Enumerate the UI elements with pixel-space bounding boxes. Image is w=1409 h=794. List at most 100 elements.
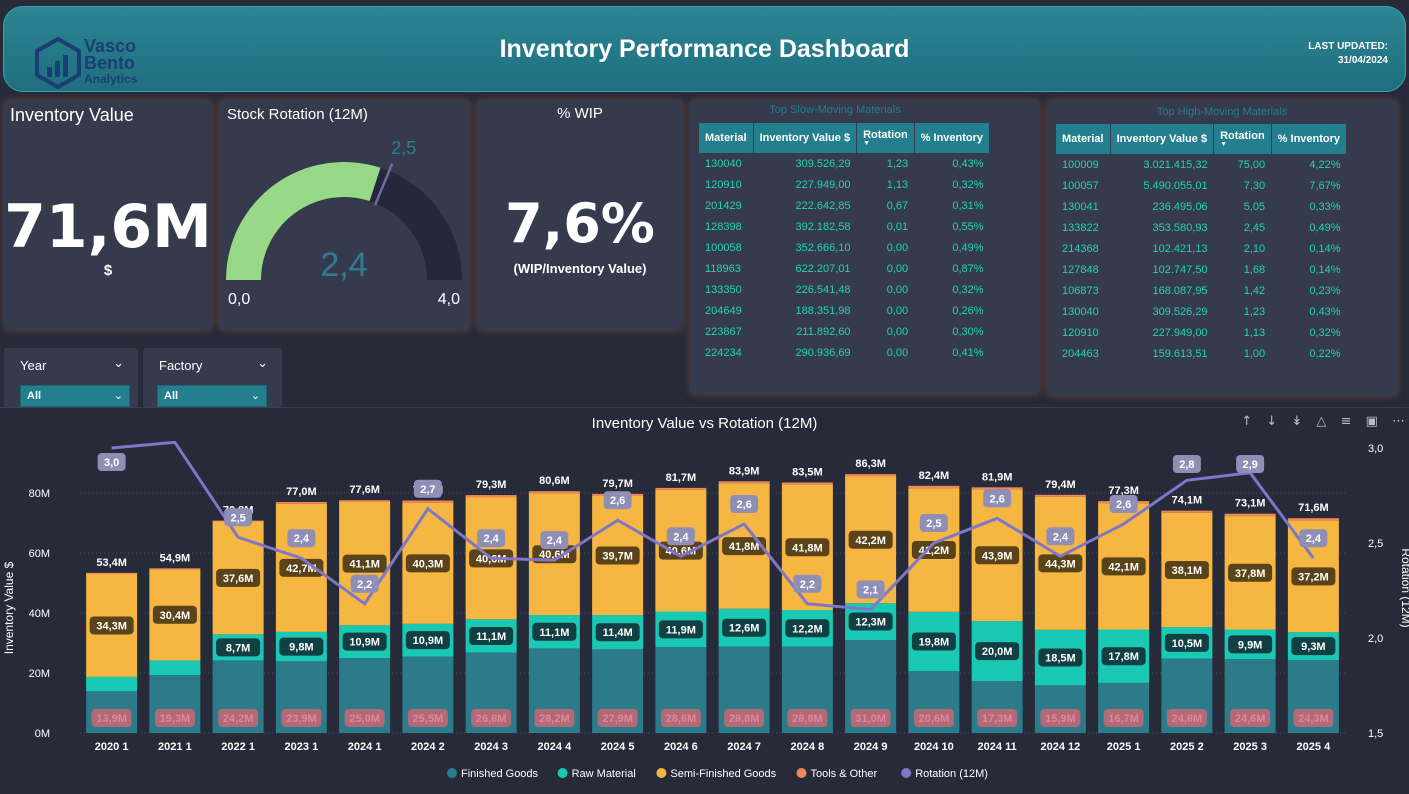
- table-cell: 0,32%: [952, 178, 984, 191]
- bar-segment: [86, 676, 138, 692]
- table-row[interactable]: 106873 168.087,95 1,42 0,23%: [1056, 280, 1347, 301]
- total-label: 77,0M: [286, 486, 317, 498]
- factory-slicer[interactable]: Factory ⌄ All ⌄: [143, 348, 282, 408]
- y2-tick-label: 3,0: [1368, 443, 1383, 455]
- data-label-rotation: 2,4: [1306, 533, 1322, 545]
- table-cell: 204463: [1062, 347, 1099, 360]
- data-label-raw-material: 8,7M: [226, 642, 250, 654]
- total-label: 79,4M: [1045, 479, 1076, 491]
- table-row[interactable]: 133822 353.580,93 2,45 0,49%: [1056, 217, 1347, 238]
- table-cell: 0,32%: [952, 283, 984, 296]
- data-label-rotation: 2,5: [230, 512, 245, 524]
- table-row[interactable]: 120910 227.949,00 1,13 0,32%: [699, 174, 990, 195]
- data-label-finished-goods: 23,9M: [286, 713, 317, 725]
- table-row[interactable]: 201429 222.642,85 0,67 0,31%: [699, 195, 990, 216]
- header-banner: Vasco Bento Analytics Inventory Performa…: [3, 6, 1406, 92]
- data-label-rotation: 2,1: [863, 585, 878, 597]
- year-dropdown[interactable]: All ⌄: [20, 385, 130, 407]
- data-label-rotation: 2,5: [926, 518, 941, 530]
- table-cell: 0,43%: [952, 157, 984, 170]
- high-moving-table: Material Inventory Value $ Rotation ▼% Inve…: [1056, 124, 1348, 364]
- table-row[interactable]: 100058 352.666,10 0,00 0,49%: [699, 237, 990, 258]
- year-slicer[interactable]: Year ⌄ All ⌄: [4, 348, 138, 408]
- table-row[interactable]: 130041 236.495,06 5,05 0,33%: [1056, 196, 1347, 217]
- column-header[interactable]: % Inventory: [914, 123, 991, 153]
- chevron-down-icon[interactable]: ⌄: [113, 356, 124, 371]
- total-label: 82,4M: [919, 470, 950, 482]
- data-label-semi-finished: 44,3M: [1045, 558, 1076, 570]
- data-label-raw-material: 12,2M: [792, 623, 823, 635]
- data-label-raw-material: 11,9M: [666, 624, 696, 636]
- column-header[interactable]: Inventory Value $: [1110, 124, 1215, 154]
- table-row[interactable]: 128398 392.182,58 0,01 0,55%: [699, 216, 990, 237]
- table-row[interactable]: 127848 102.747,50 1,68 0,14%: [1056, 259, 1347, 280]
- table-cell: 100057: [1062, 179, 1099, 192]
- column-header[interactable]: Rotation ▼: [856, 123, 915, 153]
- logo-line3: Analytics: [84, 72, 138, 86]
- table-row[interactable]: 223867 211.892,60 0,00 0,30%: [699, 321, 990, 342]
- data-label-semi-finished: 37,6M: [223, 573, 254, 585]
- column-header[interactable]: % Inventory: [1271, 124, 1348, 154]
- data-label-raw-material: 10,5M: [1172, 638, 1203, 650]
- table-cell: 130040: [705, 157, 742, 170]
- y-tick-label: 40M: [29, 608, 50, 620]
- data-label-semi-finished: 43,9M: [982, 550, 1013, 562]
- table-cell: 0,00: [886, 304, 909, 317]
- x-tick-label: 2025 4: [1297, 741, 1332, 753]
- data-label-semi-finished: 41,8M: [729, 541, 760, 553]
- table-row[interactable]: 224234 290.936,69 0,00 0,41%: [699, 342, 990, 363]
- table-row[interactable]: 130040 309.526,29 1,23 0,43%: [1056, 301, 1347, 322]
- data-label-raw-material: 20,0M: [982, 646, 1013, 658]
- data-label-semi-finished: 37,2M: [1298, 571, 1329, 583]
- factory-dropdown[interactable]: All ⌄: [157, 385, 267, 407]
- data-label-rotation: 2,6: [1116, 499, 1131, 511]
- x-tick-label: 2024 8: [791, 741, 825, 753]
- table-row[interactable]: 133350 226.541,48 0,00 0,32%: [699, 279, 990, 300]
- kpi-wip-value: 7,6%: [505, 192, 655, 255]
- data-label-rotation: 2,9: [1242, 459, 1257, 471]
- slow-moving-caption: Top Slow-Moving Materials: [769, 104, 901, 116]
- table-row[interactable]: 118963 622.207,01 0,00 0,87%: [699, 258, 990, 279]
- table-cell: 0,30%: [952, 325, 984, 338]
- column-header[interactable]: Inventory Value $: [753, 123, 858, 153]
- gauge-value: 2,4: [320, 246, 367, 284]
- table-row[interactable]: 130040 309.526,29 1,23 0,43%: [699, 153, 990, 174]
- chevron-down-icon[interactable]: ⌄: [257, 356, 268, 371]
- gauge-max-label: 4,0: [438, 291, 460, 308]
- table-cell: 1,00: [1243, 347, 1266, 360]
- table-cell: 130041: [1062, 200, 1099, 213]
- factory-slicer-label: Factory: [159, 358, 203, 373]
- data-label-rotation: 2,6: [989, 493, 1004, 505]
- data-label-finished-goods: 27,9M: [602, 713, 633, 725]
- bar-segment: [149, 660, 201, 676]
- x-tick-label: 2023 1: [285, 741, 319, 753]
- data-label-raw-material: 12,6M: [729, 623, 760, 635]
- total-label: 83,9M: [729, 465, 760, 477]
- table-cell: 1,13: [886, 178, 909, 191]
- bar-segment: [149, 568, 201, 570]
- table-row[interactable]: 214368 102.421,13 2,10 0,14%: [1056, 238, 1347, 259]
- bar-segment: [1224, 513, 1276, 517]
- column-header[interactable]: Material: [1056, 124, 1111, 154]
- column-header[interactable]: Material: [699, 123, 754, 153]
- data-label-rotation: 2,7: [420, 484, 435, 496]
- table-cell: 0,55%: [952, 220, 984, 233]
- table-row[interactable]: 100057 5.490.055,01 7,30 7,67%: [1056, 175, 1347, 196]
- x-tick-label: 2025 1: [1107, 741, 1141, 753]
- y2-tick-label: 2,0: [1368, 633, 1383, 645]
- table-cell: 102.421,13: [1152, 242, 1208, 255]
- y-tick-label: 0M: [35, 728, 50, 740]
- legend-label: Rotation (12M): [915, 768, 988, 780]
- bar-segment: [86, 572, 138, 574]
- table-row[interactable]: 204649 188.351,98 0,00 0,26%: [699, 300, 990, 321]
- table-row[interactable]: 204463 159.613,51 1,00 0,22%: [1056, 343, 1347, 364]
- column-header[interactable]: Rotation ▼: [1213, 124, 1272, 154]
- data-label-raw-material: 9,8M: [289, 642, 313, 654]
- table-row[interactable]: 120910 227.949,00 1,13 0,32%: [1056, 322, 1347, 343]
- table-cell: 7,30: [1243, 179, 1266, 192]
- table-row[interactable]: 100009 3.021.415,32 75,00 4,22%: [1056, 154, 1347, 175]
- data-label-raw-material: 19,8M: [919, 637, 950, 649]
- table-cell: 1,13: [1243, 326, 1266, 339]
- table-cell: 1,23: [1243, 305, 1266, 318]
- kpi-inventory-value-card: Inventory Value 71,6M $: [4, 100, 212, 330]
